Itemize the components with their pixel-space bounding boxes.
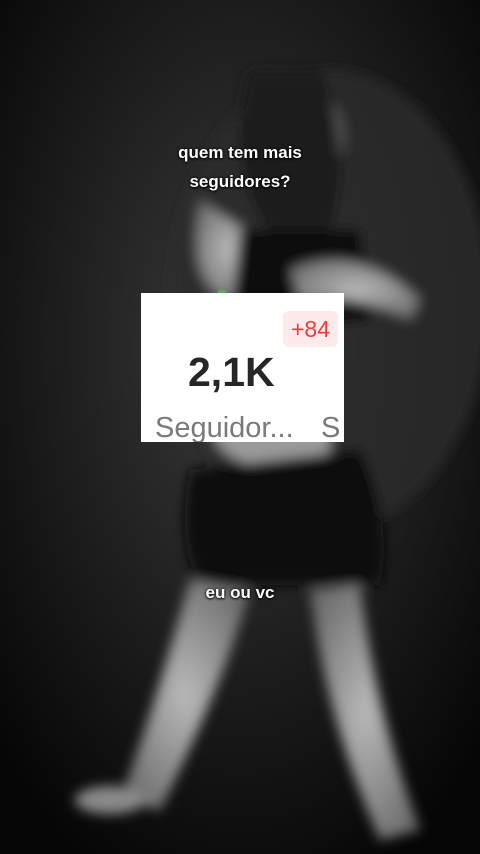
caption-top: quem tem mais seguidores?: [0, 138, 480, 196]
next-stat-label-partial: S: [321, 412, 341, 442]
followers-label: Seguidor...: [155, 412, 294, 442]
follower-count: 2,1K: [188, 349, 275, 395]
caption-top-line-1: quem tem mais: [178, 143, 302, 162]
follower-stats-card: +84 2,1K Seguidor... S: [141, 293, 344, 442]
follower-increase-badge: +84: [283, 311, 338, 347]
caption-top-line-2: seguidores?: [189, 172, 291, 191]
caption-bottom: eu ou vc: [205, 583, 275, 602]
